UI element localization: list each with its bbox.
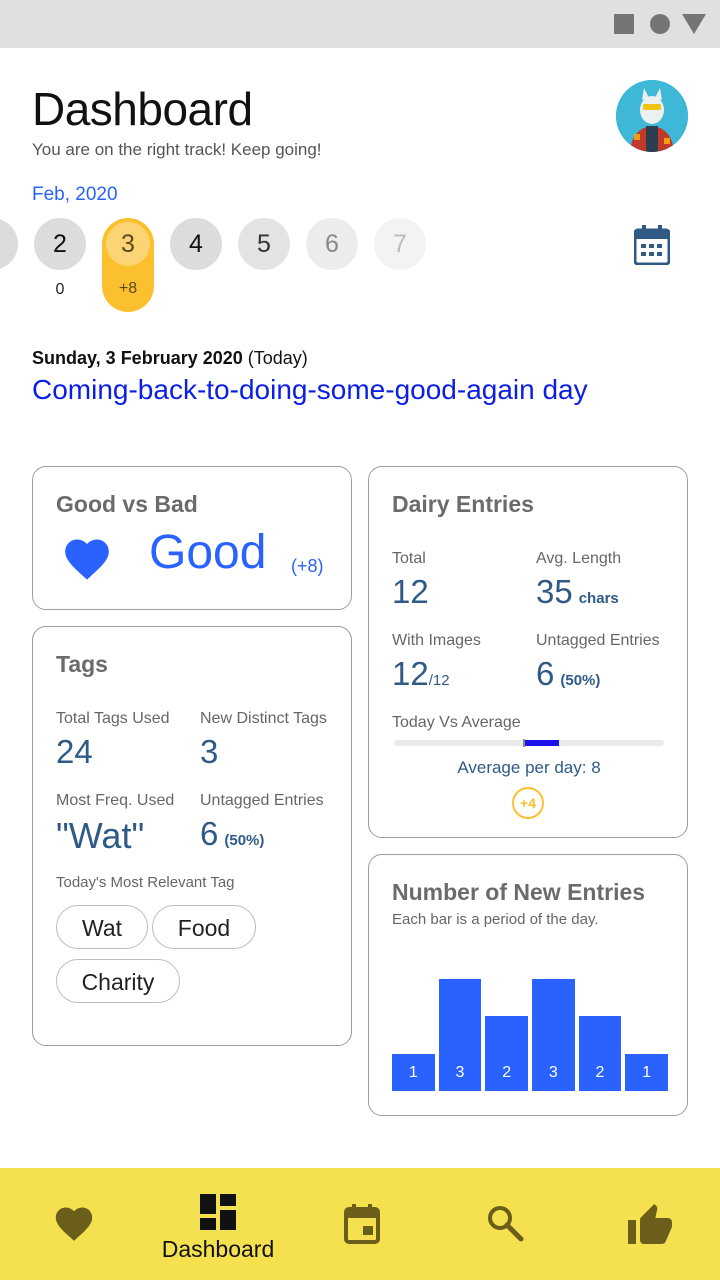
with-images-total: /12 xyxy=(428,672,450,689)
diary-entries-card[interactable]: Dairy Entries Total 12 Avg. Length 35 cha… xyxy=(368,466,688,838)
total-entries-label: Total xyxy=(392,550,426,567)
card-title: Number of New Entries xyxy=(392,879,646,905)
tag-chip[interactable]: Wat xyxy=(56,905,148,949)
date-today-suffix: (Today) xyxy=(247,348,308,368)
tag-chip[interactable]: Food xyxy=(152,905,256,949)
card-title: Tags xyxy=(56,651,108,677)
nav-feedback[interactable] xyxy=(626,1168,674,1280)
delta-badge: +4 xyxy=(512,787,544,819)
average-per-day: Average per day: 8 xyxy=(457,758,601,777)
today-vs-average-label: Today Vs Average xyxy=(392,714,521,731)
page-subtitle: You are on the right track! Keep going! xyxy=(32,140,322,159)
nav-mood[interactable] xyxy=(52,1168,96,1280)
tags-card[interactable]: Tags Total Tags Used 24 New Distinct Tag… xyxy=(32,626,352,1046)
avatar[interactable] xyxy=(616,80,688,152)
nav-search[interactable] xyxy=(486,1168,524,1280)
chart-bar: 1 xyxy=(625,1054,668,1091)
avg-length-unit: chars xyxy=(578,590,619,607)
new-distinct-tags-value: 3 xyxy=(200,733,219,770)
chart-caption: Each bar is a period of the day. xyxy=(392,911,599,928)
day-2-count: 0 xyxy=(55,281,65,298)
mood-delta: (+8) xyxy=(291,556,324,576)
recent-apps-icon[interactable] xyxy=(614,14,634,34)
good-vs-bad-card[interactable]: Good vs Bad Good (+8) xyxy=(32,466,352,610)
heart-icon xyxy=(55,1207,93,1241)
home-icon[interactable] xyxy=(650,14,670,34)
day-5[interactable]: 5 xyxy=(238,218,290,270)
with-images-value: 12/12 xyxy=(392,655,450,693)
untagged-entries-value: 6 (50%) xyxy=(536,655,600,693)
day-name[interactable]: Coming-back-to-doing-some-good-again day xyxy=(32,374,588,406)
day-1[interactable] xyxy=(0,218,18,270)
chart-bar: 2 xyxy=(578,1016,622,1091)
untagged-entries-label: Untagged Entries xyxy=(536,632,660,649)
day-3-number: 3 xyxy=(106,222,150,266)
dashboard-icon xyxy=(200,1194,236,1230)
total-tags-label: Total Tags Used xyxy=(56,710,170,727)
mood-value: Good xyxy=(149,526,267,579)
calendar-icon xyxy=(344,1204,380,1244)
tag-chip[interactable]: Charity xyxy=(56,959,180,1003)
card-title: Good vs Bad xyxy=(56,491,198,517)
card-title: Dairy Entries xyxy=(392,491,534,517)
nav-dashboard[interactable]: Dashboard xyxy=(152,1168,284,1280)
avg-length-number: 35 xyxy=(536,573,573,610)
day-3-selected[interactable]: 3 +8 xyxy=(102,218,154,312)
day-3-count: +8 xyxy=(118,280,138,297)
back-icon[interactable] xyxy=(682,14,706,34)
bar-value-label: 3 xyxy=(548,1064,558,1081)
nav-dashboard-label: Dashboard xyxy=(161,1236,275,1262)
untagged-count: 6 xyxy=(536,655,555,692)
chart-bar: 3 xyxy=(438,979,482,1091)
chart-bar: 1 xyxy=(392,1054,435,1091)
avg-length-label: Avg. Length xyxy=(536,550,622,567)
bar-value-label: 1 xyxy=(408,1064,418,1081)
today-fill xyxy=(525,740,559,746)
bar-value-label: 1 xyxy=(642,1064,652,1081)
total-tags-value: 24 xyxy=(56,733,93,770)
thumbs-up-icon xyxy=(628,1204,672,1244)
nav-calendar[interactable] xyxy=(344,1168,380,1280)
page-title: Dashboard xyxy=(32,83,253,135)
with-images-label: With Images xyxy=(392,632,481,649)
day-1-count: 2 xyxy=(0,281,18,299)
relevant-tag-label: Today's Most Relevant Tag xyxy=(56,874,235,891)
calendar-icon[interactable] xyxy=(633,225,671,266)
untagged-pct: (50%) xyxy=(224,832,265,849)
untagged-entries-value: 6 (50%) xyxy=(200,815,264,853)
system-status-bar xyxy=(0,0,720,48)
day-2[interactable]: 2 xyxy=(34,218,86,270)
avg-length-value: 35 chars xyxy=(536,573,619,611)
selected-date: Sunday, 3 February 2020 (Today) xyxy=(32,348,308,369)
untagged-entries-label: Untagged Entries xyxy=(200,792,324,809)
chart-bar: 3 xyxy=(532,979,575,1091)
search-icon xyxy=(488,1206,524,1242)
untagged-count: 6 xyxy=(200,815,219,852)
chart-bar: 2 xyxy=(485,1016,528,1091)
day-4[interactable]: 4 xyxy=(170,218,222,270)
most-freq-value: "Wat" xyxy=(56,815,145,856)
most-freq-label: Most Freq. Used xyxy=(56,792,175,809)
bar-value-label: 3 xyxy=(455,1064,465,1081)
month-label[interactable]: Feb, 2020 xyxy=(32,184,118,206)
total-entries-value: 12 xyxy=(392,573,429,610)
avatar-image xyxy=(616,80,688,152)
new-entries-card[interactable]: Number of New Entries Each bar is a peri… xyxy=(368,854,688,1116)
bar-chart: 1 3 2 3 2 1 xyxy=(392,977,668,1091)
today-vs-average-bar xyxy=(394,739,664,747)
new-distinct-tags-label: New Distinct Tags xyxy=(200,710,327,727)
day-7[interactable]: 7 xyxy=(374,218,426,270)
heart-icon xyxy=(60,533,114,586)
with-images-count: 12 xyxy=(392,655,429,692)
bar-value-label: 2 xyxy=(502,1064,512,1081)
untagged-pct: (50%) xyxy=(560,672,601,689)
bar-value-label: 2 xyxy=(595,1064,605,1081)
bottom-nav: Dashboard xyxy=(0,1168,720,1280)
date-full: Sunday, 3 February 2020 xyxy=(32,348,243,368)
day-6[interactable]: 6 xyxy=(306,218,358,270)
